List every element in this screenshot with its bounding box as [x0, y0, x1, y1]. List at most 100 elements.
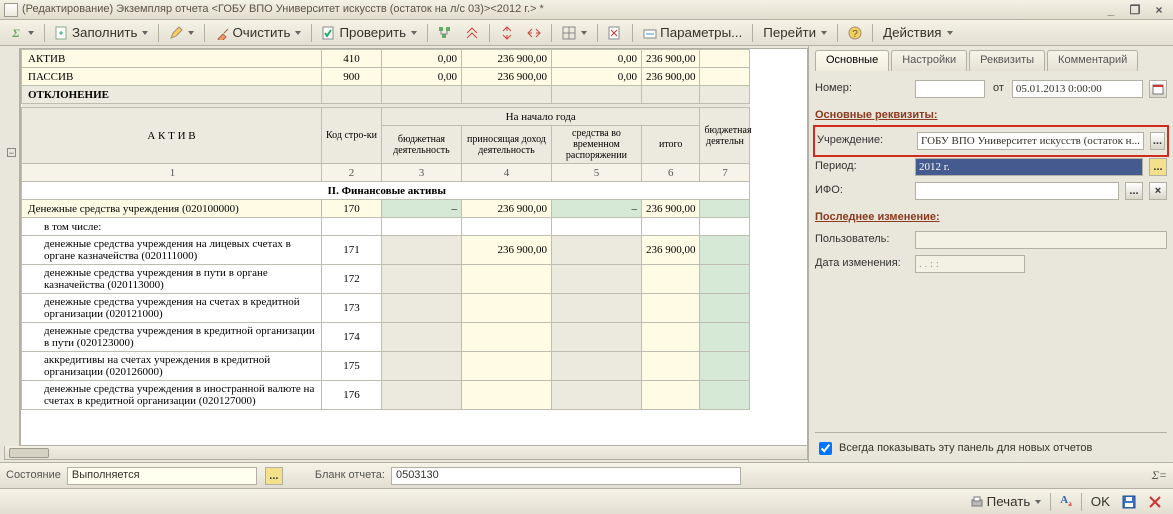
fill-label: Заполнить — [72, 25, 137, 40]
sigma-button[interactable]: Σ — [4, 23, 39, 43]
number-field[interactable] — [915, 80, 985, 98]
edit-button[interactable] — [164, 23, 199, 43]
state-field[interactable]: Выполняется — [67, 467, 257, 485]
tool2-button[interactable] — [460, 23, 484, 43]
table-row[interactable]: в том числе: — [22, 218, 750, 236]
tool3-button[interactable] — [495, 23, 519, 43]
lbl-from: от — [989, 82, 1008, 96]
window-title: (Редактирование) Экземпляр отчета <ГОБУ … — [22, 3, 1097, 17]
col-aktiv[interactable]: А К Т И В — [22, 108, 322, 164]
calendar-icon — [1152, 83, 1164, 95]
period-field[interactable]: 2012 г. — [915, 158, 1143, 176]
save-button[interactable] — [1117, 492, 1141, 512]
org-field[interactable]: ГОБУ ВПО Университет искусств (остаток н… — [917, 132, 1144, 150]
printer-icon — [970, 495, 984, 509]
lbl-number: Номер: — [815, 82, 911, 96]
fill-button[interactable]: Заполнить — [50, 23, 153, 43]
report-grid: АКТИВ4100,00236 900,000,00236 900,00 ПАС… — [21, 49, 750, 410]
section-header: II. Финансовые активы — [22, 182, 750, 200]
sigma-icon: Σ — [9, 26, 23, 40]
col-code[interactable]: Код стро-ки — [322, 108, 382, 164]
table-row[interactable]: денежные средства учреждения на лицевых … — [22, 236, 750, 265]
table-row[interactable]: денежные средства учреждения в пути в ор… — [22, 265, 750, 294]
always-show-check[interactable]: Всегда показывать эту панель для новых о… — [815, 432, 1167, 458]
tab-comment[interactable]: Комментарий — [1047, 50, 1138, 71]
status-bar: Состояние Выполняется ... Бланк отчета: … — [0, 462, 1173, 488]
tool6-button[interactable] — [603, 23, 627, 43]
tool4-button[interactable] — [522, 23, 546, 43]
minimize-button[interactable]: _ — [1101, 3, 1121, 17]
sheet-pane: − АКТИВ4100,00236 900,000,00236 900,00 П… — [0, 46, 808, 462]
tree-icon — [438, 26, 452, 40]
table-row[interactable]: аккредитивы на счетах учреждения в креди… — [22, 352, 750, 381]
h-scrollbar[interactable] — [4, 446, 808, 460]
col-group[interactable]: На начало года — [381, 108, 700, 126]
close-icon — [1148, 495, 1162, 509]
tool1-button[interactable] — [433, 23, 457, 43]
ifo-field[interactable] — [915, 182, 1119, 200]
table-header: А К Т И В Код стро-ки На начало года бюд… — [22, 108, 750, 126]
titlebar: (Редактирование) Экземпляр отчета <ГОБУ … — [0, 0, 1173, 20]
row-passiv-total: ПАССИВ9000,00236 900,000,00236 900,00 — [22, 68, 750, 86]
lbl-state: Состояние — [6, 469, 61, 483]
tab-settings[interactable]: Настройки — [891, 50, 967, 71]
row-aktiv-total: АКТИВ4100,00236 900,000,00236 900,00 — [22, 50, 750, 68]
collapse-h-icon — [527, 26, 541, 40]
date-field[interactable]: 05.01.2013 0:00:00 — [1012, 80, 1143, 98]
save-icon — [1122, 495, 1136, 509]
actions-label: Действия — [883, 25, 941, 40]
params-icon — [643, 26, 657, 40]
close-button[interactable]: × — [1149, 3, 1169, 17]
collapse-all-icon — [465, 26, 479, 40]
doc-del-icon — [608, 26, 622, 40]
period-pick-button[interactable]: ... — [1149, 158, 1167, 176]
always-show-checkbox[interactable] — [819, 442, 832, 455]
lbl-ifo: ИФО: — [815, 184, 911, 198]
help-button[interactable]: ? — [843, 23, 867, 43]
ifo-clear-button[interactable]: × — [1149, 182, 1167, 200]
goto-button[interactable]: Перейти — [758, 23, 832, 43]
actions-button[interactable]: Действия — [878, 23, 957, 43]
check-doc-icon — [322, 26, 336, 40]
font-icon: Aa — [1060, 494, 1071, 508]
blank-field[interactable]: 0503130 — [391, 467, 741, 485]
doc-plus-icon — [55, 26, 69, 40]
row-deviation: ОТКЛОНЕНИЕ — [22, 86, 750, 104]
sec-lastchange: Последнее изменение: — [815, 211, 1167, 225]
app-icon — [4, 3, 18, 17]
tool5-button[interactable] — [557, 23, 592, 43]
check-label: Проверить — [339, 25, 406, 40]
lbl-blank: Бланк отчета: — [315, 469, 385, 483]
params-label: Параметры... — [660, 25, 742, 40]
sheet-scroll[interactable]: АКТИВ4100,00236 900,000,00236 900,00 ПАС… — [20, 48, 808, 446]
scroll-thumb[interactable] — [9, 448, 49, 458]
sigma-status: Σ= — [1152, 468, 1167, 483]
grid-icon — [562, 26, 576, 40]
tree-toggle[interactable]: − — [7, 148, 16, 157]
table-row[interactable]: денежные средства учреждения в иностранн… — [22, 381, 750, 410]
lbl-org: Учреждение: — [817, 134, 913, 148]
maximize-button[interactable]: ❐ — [1125, 3, 1145, 17]
clear-button[interactable]: Очистить — [210, 23, 306, 43]
ifo-pick-button[interactable]: ... — [1125, 182, 1143, 200]
state-pick-button[interactable]: ... — [265, 467, 283, 485]
org-pick-button[interactable]: ... — [1150, 132, 1165, 150]
ok-label: OK — [1091, 494, 1110, 509]
close-button-bottom[interactable] — [1143, 492, 1167, 512]
help-icon: ? — [848, 26, 862, 40]
date-picker-button[interactable] — [1149, 80, 1167, 98]
row-gutter: − — [4, 48, 20, 446]
sec-main-req: Основные реквизиты: — [815, 109, 1167, 123]
tab-main[interactable]: Основные — [815, 50, 889, 71]
print-button[interactable]: Печать — [965, 492, 1047, 512]
ok-button[interactable]: OK — [1086, 492, 1115, 512]
table-row[interactable]: денежные средства учреждения в кредитной… — [22, 323, 750, 352]
font-button[interactable]: Aa — [1055, 492, 1076, 512]
check-button[interactable]: Проверить — [317, 23, 422, 43]
table-row[interactable]: Денежные средства учреждения (020100000)… — [22, 200, 750, 218]
params-button[interactable]: Параметры... — [638, 23, 747, 43]
table-row[interactable]: денежные средства учреждения на счетах в… — [22, 294, 750, 323]
print-label: Печать — [987, 494, 1031, 509]
tab-requisites[interactable]: Реквизиты — [969, 50, 1045, 71]
toolbar: Σ Заполнить Очистить Проверить Параметры… — [0, 20, 1173, 46]
